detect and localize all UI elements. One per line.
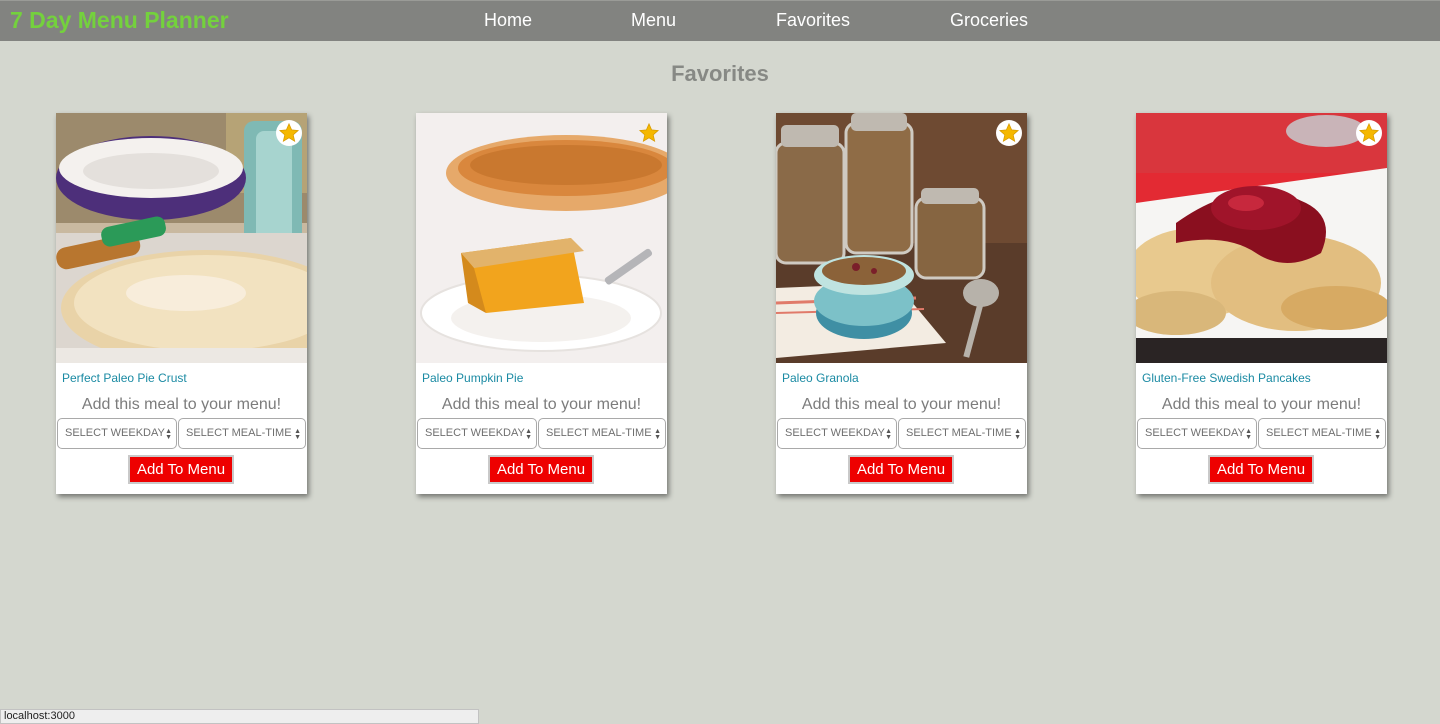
favorite-star-button[interactable] [636,120,662,146]
mealtime-select[interactable]: SELECT MEAL-TIME ▲ ▼ [898,418,1026,449]
add-to-menu-button[interactable]: Add To Menu [488,455,594,484]
select-arrows-icon: ▲ ▼ [1014,428,1021,441]
nav-groceries-link[interactable]: Groceries [950,10,1028,31]
weekday-select-value: SELECT WEEKDAY [785,427,885,439]
recipe-image-granola[interactable] [776,113,1027,363]
add-to-menu-button[interactable]: Add To Menu [1208,455,1314,484]
weekday-select[interactable]: SELECT WEEKDAY ▲ ▼ [777,418,897,449]
select-arrows-icon: ▲ ▼ [294,428,301,441]
mealtime-select-value: SELECT MEAL-TIME [906,427,1012,439]
star-icon [998,122,1020,144]
star-icon [638,122,660,144]
select-arrows-icon: ▲ ▼ [1374,428,1381,441]
brand-logo-text[interactable]: 7 Day Menu Planner [10,7,229,34]
recipe-image-swedish-pancakes[interactable] [1136,113,1387,363]
mealtime-select[interactable]: SELECT MEAL-TIME ▲ ▼ [1258,418,1386,449]
mealtime-select-value: SELECT MEAL-TIME [546,427,652,439]
favorite-star-button[interactable] [276,120,302,146]
recipe-title-link[interactable]: Gluten-Free Swedish Pancakes [1142,371,1311,385]
recipe-card: Paleo Granola Add this meal to your menu… [776,113,1027,494]
weekday-select-value: SELECT WEEKDAY [65,427,165,439]
recipe-card: Perfect Paleo Pie Crust Add this meal to… [56,113,307,494]
weekday-select-value: SELECT WEEKDAY [1145,427,1245,439]
select-arrows-icon: ▲ ▼ [525,428,532,441]
recipe-title-link[interactable]: Paleo Pumpkin Pie [422,371,523,385]
favorite-star-button[interactable] [1356,120,1382,146]
recipe-image-pumpkin-pie[interactable] [416,113,667,363]
select-arrows-icon: ▲ ▼ [165,428,172,441]
add-meal-prompt: Add this meal to your menu! [1161,396,1362,413]
weekday-select[interactable]: SELECT WEEKDAY ▲ ▼ [57,418,177,449]
weekday-select-value: SELECT WEEKDAY [425,427,525,439]
mealtime-select[interactable]: SELECT MEAL-TIME ▲ ▼ [178,418,306,449]
nav-home-link[interactable]: Home [484,10,532,31]
nav-favorites-link[interactable]: Favorites [776,10,850,31]
star-icon [1358,122,1380,144]
favorite-star-button[interactable] [996,120,1022,146]
select-arrows-icon: ▲ ▼ [654,428,661,441]
mealtime-select[interactable]: SELECT MEAL-TIME ▲ ▼ [538,418,666,449]
star-icon [278,122,300,144]
add-meal-prompt: Add this meal to your menu! [441,396,642,413]
weekday-select[interactable]: SELECT WEEKDAY ▲ ▼ [1137,418,1257,449]
recipe-title-link[interactable]: Paleo Granola [782,371,859,385]
top-navbar: 7 Day Menu Planner Home Menu Favorites G… [0,0,1440,41]
add-to-menu-button[interactable]: Add To Menu [848,455,954,484]
browser-status-bar: localhost:3000 [0,709,479,724]
mealtime-select-value: SELECT MEAL-TIME [186,427,292,439]
weekday-select[interactable]: SELECT WEEKDAY ▲ ▼ [417,418,537,449]
mealtime-select-value: SELECT MEAL-TIME [1266,427,1372,439]
recipe-card: Gluten-Free Swedish Pancakes Add this me… [1136,113,1387,494]
select-arrows-icon: ▲ ▼ [885,428,892,441]
add-to-menu-button[interactable]: Add To Menu [128,455,234,484]
select-arrows-icon: ▲ ▼ [1245,428,1252,441]
recipe-title-link[interactable]: Perfect Paleo Pie Crust [62,371,187,385]
page-title: Favorites [671,61,769,86]
nav-menu-link[interactable]: Menu [631,10,676,31]
recipe-image-pie-crust[interactable] [56,113,307,363]
recipe-card: Paleo Pumpkin Pie Add this meal to your … [416,113,667,494]
add-meal-prompt: Add this meal to your menu! [801,396,1002,413]
add-meal-prompt: Add this meal to your menu! [81,396,282,413]
